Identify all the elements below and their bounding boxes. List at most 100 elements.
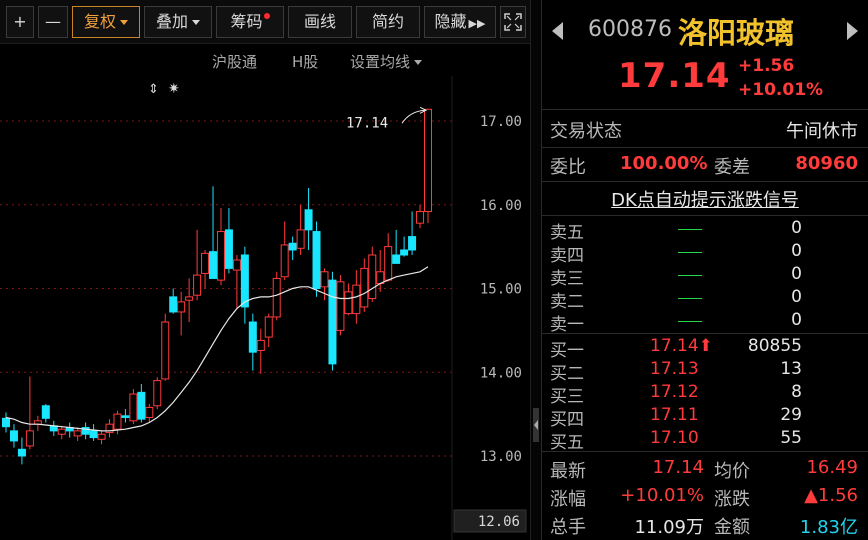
fullscreen-icon bbox=[504, 13, 522, 31]
candle-body bbox=[2, 417, 10, 428]
candle-body bbox=[232, 259, 241, 271]
order-row-bid[interactable]: 买五 17.10 55 bbox=[542, 428, 868, 453]
ask-level-label: 卖一 bbox=[550, 315, 584, 335]
order-row-bid[interactable]: 买四 17.11 29 bbox=[542, 405, 868, 430]
hide-button[interactable]: 隐藏 ▶▶ bbox=[424, 6, 496, 38]
candle-body bbox=[392, 254, 401, 264]
simple-mode-button[interactable]: 简约 bbox=[356, 6, 420, 38]
candle-body bbox=[336, 281, 345, 331]
zoom-out-button[interactable]: — bbox=[38, 6, 68, 38]
bid-ratio-label: 委比 bbox=[550, 157, 586, 178]
bid-ratio-row: 委比 100.00% 委差 80960 bbox=[542, 148, 868, 182]
last-price-label: 17.14 bbox=[346, 115, 388, 131]
order-row-bid[interactable]: 买三 17.12 8 bbox=[542, 382, 868, 407]
candle-body bbox=[256, 339, 265, 351]
plot-area[interactable]: 17.00 16.00 15.00 14.00 13.00 12.06 17.14 ⇕ ✷ bbox=[0, 76, 530, 540]
candle-body bbox=[89, 430, 98, 439]
fullscreen-button[interactable] bbox=[500, 6, 526, 38]
y-tick-label: 16.00 bbox=[480, 198, 522, 214]
trade-status-label: 交易状态 bbox=[550, 121, 622, 142]
change-label: 涨跌 bbox=[714, 489, 750, 510]
bid-diff-value: 80960 bbox=[795, 153, 858, 174]
ask-volume: 0 bbox=[791, 287, 802, 307]
order-row-bid[interactable]: 买二 17.13 13 bbox=[542, 359, 868, 384]
previous-stock-icon[interactable] bbox=[552, 22, 563, 40]
candle-body bbox=[304, 209, 313, 231]
kline-chart-panel: + — 复权 叠加 筹码 画线 简约 隐藏 ▶▶ 沪股通 H股 设置均线 17.0… bbox=[0, 0, 530, 540]
candle-body bbox=[129, 393, 138, 422]
candle-body bbox=[264, 316, 273, 338]
stock-code: 600876 bbox=[588, 17, 672, 42]
candle-body bbox=[224, 229, 233, 269]
candle-body bbox=[73, 430, 82, 437]
h-share-link[interactable]: H股 bbox=[292, 51, 318, 72]
zoom-in-button[interactable]: + bbox=[6, 6, 34, 38]
candle-body bbox=[185, 296, 194, 301]
bid-level-label: 买三 bbox=[550, 387, 584, 407]
latest-value: 17.14 bbox=[652, 457, 704, 478]
ma-settings-dropdown[interactable]: 设置均线 bbox=[350, 51, 423, 72]
candle-body bbox=[17, 448, 26, 457]
candle-body bbox=[312, 231, 321, 290]
latest-label: 最新 bbox=[550, 461, 586, 482]
amount-value: 1.83亿 bbox=[799, 517, 858, 538]
candle-body bbox=[193, 274, 202, 296]
chevron-down-icon bbox=[414, 60, 423, 65]
candle-body bbox=[376, 271, 385, 284]
candle-body bbox=[360, 267, 369, 308]
ask-volume: 0 bbox=[791, 264, 802, 284]
hk-connect-link[interactable]: 沪股通 bbox=[212, 51, 257, 72]
dk-signal-link[interactable]: DK点自动提示涨跌信号 bbox=[611, 186, 799, 212]
candle-body bbox=[177, 301, 186, 313]
ask-volume: 0 bbox=[791, 310, 802, 330]
draw-line-button[interactable]: 画线 bbox=[288, 6, 352, 38]
amount-label: 金额 bbox=[714, 517, 750, 538]
price-readout: 12.06 bbox=[478, 514, 520, 530]
chips-button[interactable]: 筹码 bbox=[216, 6, 284, 38]
chart-toolbar: + — 复权 叠加 筹码 画线 简约 隐藏 ▶▶ bbox=[0, 0, 530, 44]
candle-body bbox=[384, 246, 393, 281]
order-row-ask[interactable]: 卖三 0 bbox=[542, 264, 868, 289]
up-down-arrow-icon: ⇕ bbox=[148, 82, 159, 97]
bid-volume: 13 bbox=[780, 359, 802, 379]
candle-body bbox=[201, 252, 210, 274]
collapse-handle[interactable] bbox=[533, 408, 539, 442]
candlestick-chart[interactable]: 17.00 16.00 15.00 14.00 13.00 12.06 17.14 ⇕ ✷ bbox=[0, 76, 530, 540]
order-row-ask[interactable]: 卖四 0 bbox=[542, 241, 868, 266]
overlay-label: 叠加 bbox=[155, 12, 188, 31]
volume-value: 11.09万 bbox=[634, 517, 704, 538]
empty-price-dash bbox=[678, 275, 702, 276]
chips-label: 筹码 bbox=[230, 12, 263, 31]
restore-rights-dropdown[interactable]: 复权 bbox=[72, 6, 140, 38]
y-tick-label: 13.00 bbox=[480, 449, 522, 465]
candle-body bbox=[209, 251, 218, 279]
bid-level-label: 买四 bbox=[550, 410, 584, 430]
candle-body bbox=[272, 277, 281, 318]
next-stock-icon[interactable] bbox=[847, 22, 858, 40]
ask-level-label: 卖二 bbox=[550, 292, 584, 312]
candle-body bbox=[280, 244, 289, 278]
change-amount: +1.56 bbox=[738, 56, 795, 76]
overlay-dropdown[interactable]: 叠加 bbox=[144, 6, 212, 38]
ask-volume: 0 bbox=[791, 218, 802, 238]
candle-body bbox=[145, 406, 154, 418]
candle-body bbox=[9, 430, 18, 442]
simple-mode-label: 简约 bbox=[371, 12, 404, 31]
bid-level-label: 买二 bbox=[550, 364, 584, 384]
trade-status-row: 交易状态 午间休市 bbox=[542, 110, 868, 148]
trade-status-value: 午间休市 bbox=[786, 121, 858, 142]
stat-row-change: 涨幅 +10.01% 涨跌 ▲1.56 bbox=[542, 482, 868, 510]
plus-icon: + bbox=[13, 12, 27, 31]
y-tick-label: 17.00 bbox=[480, 114, 522, 130]
panel-divider[interactable] bbox=[530, 0, 542, 540]
bid-volume: 8 bbox=[791, 382, 802, 402]
quote-header: 600876 洛阳玻璃 17.14 +1.56 +10.01% bbox=[542, 0, 868, 110]
order-row-bid[interactable]: 买一 17.14⬆ 80855 bbox=[542, 336, 868, 361]
candle-body bbox=[352, 284, 361, 315]
order-row-ask[interactable]: 卖一 0 bbox=[542, 310, 868, 335]
change-percent: +10.01% bbox=[738, 80, 824, 100]
order-row-ask[interactable]: 卖二 0 bbox=[542, 287, 868, 312]
order-row-ask[interactable]: 卖五 0 bbox=[542, 218, 868, 243]
candle-body bbox=[97, 433, 106, 440]
candle-body bbox=[424, 108, 432, 212]
